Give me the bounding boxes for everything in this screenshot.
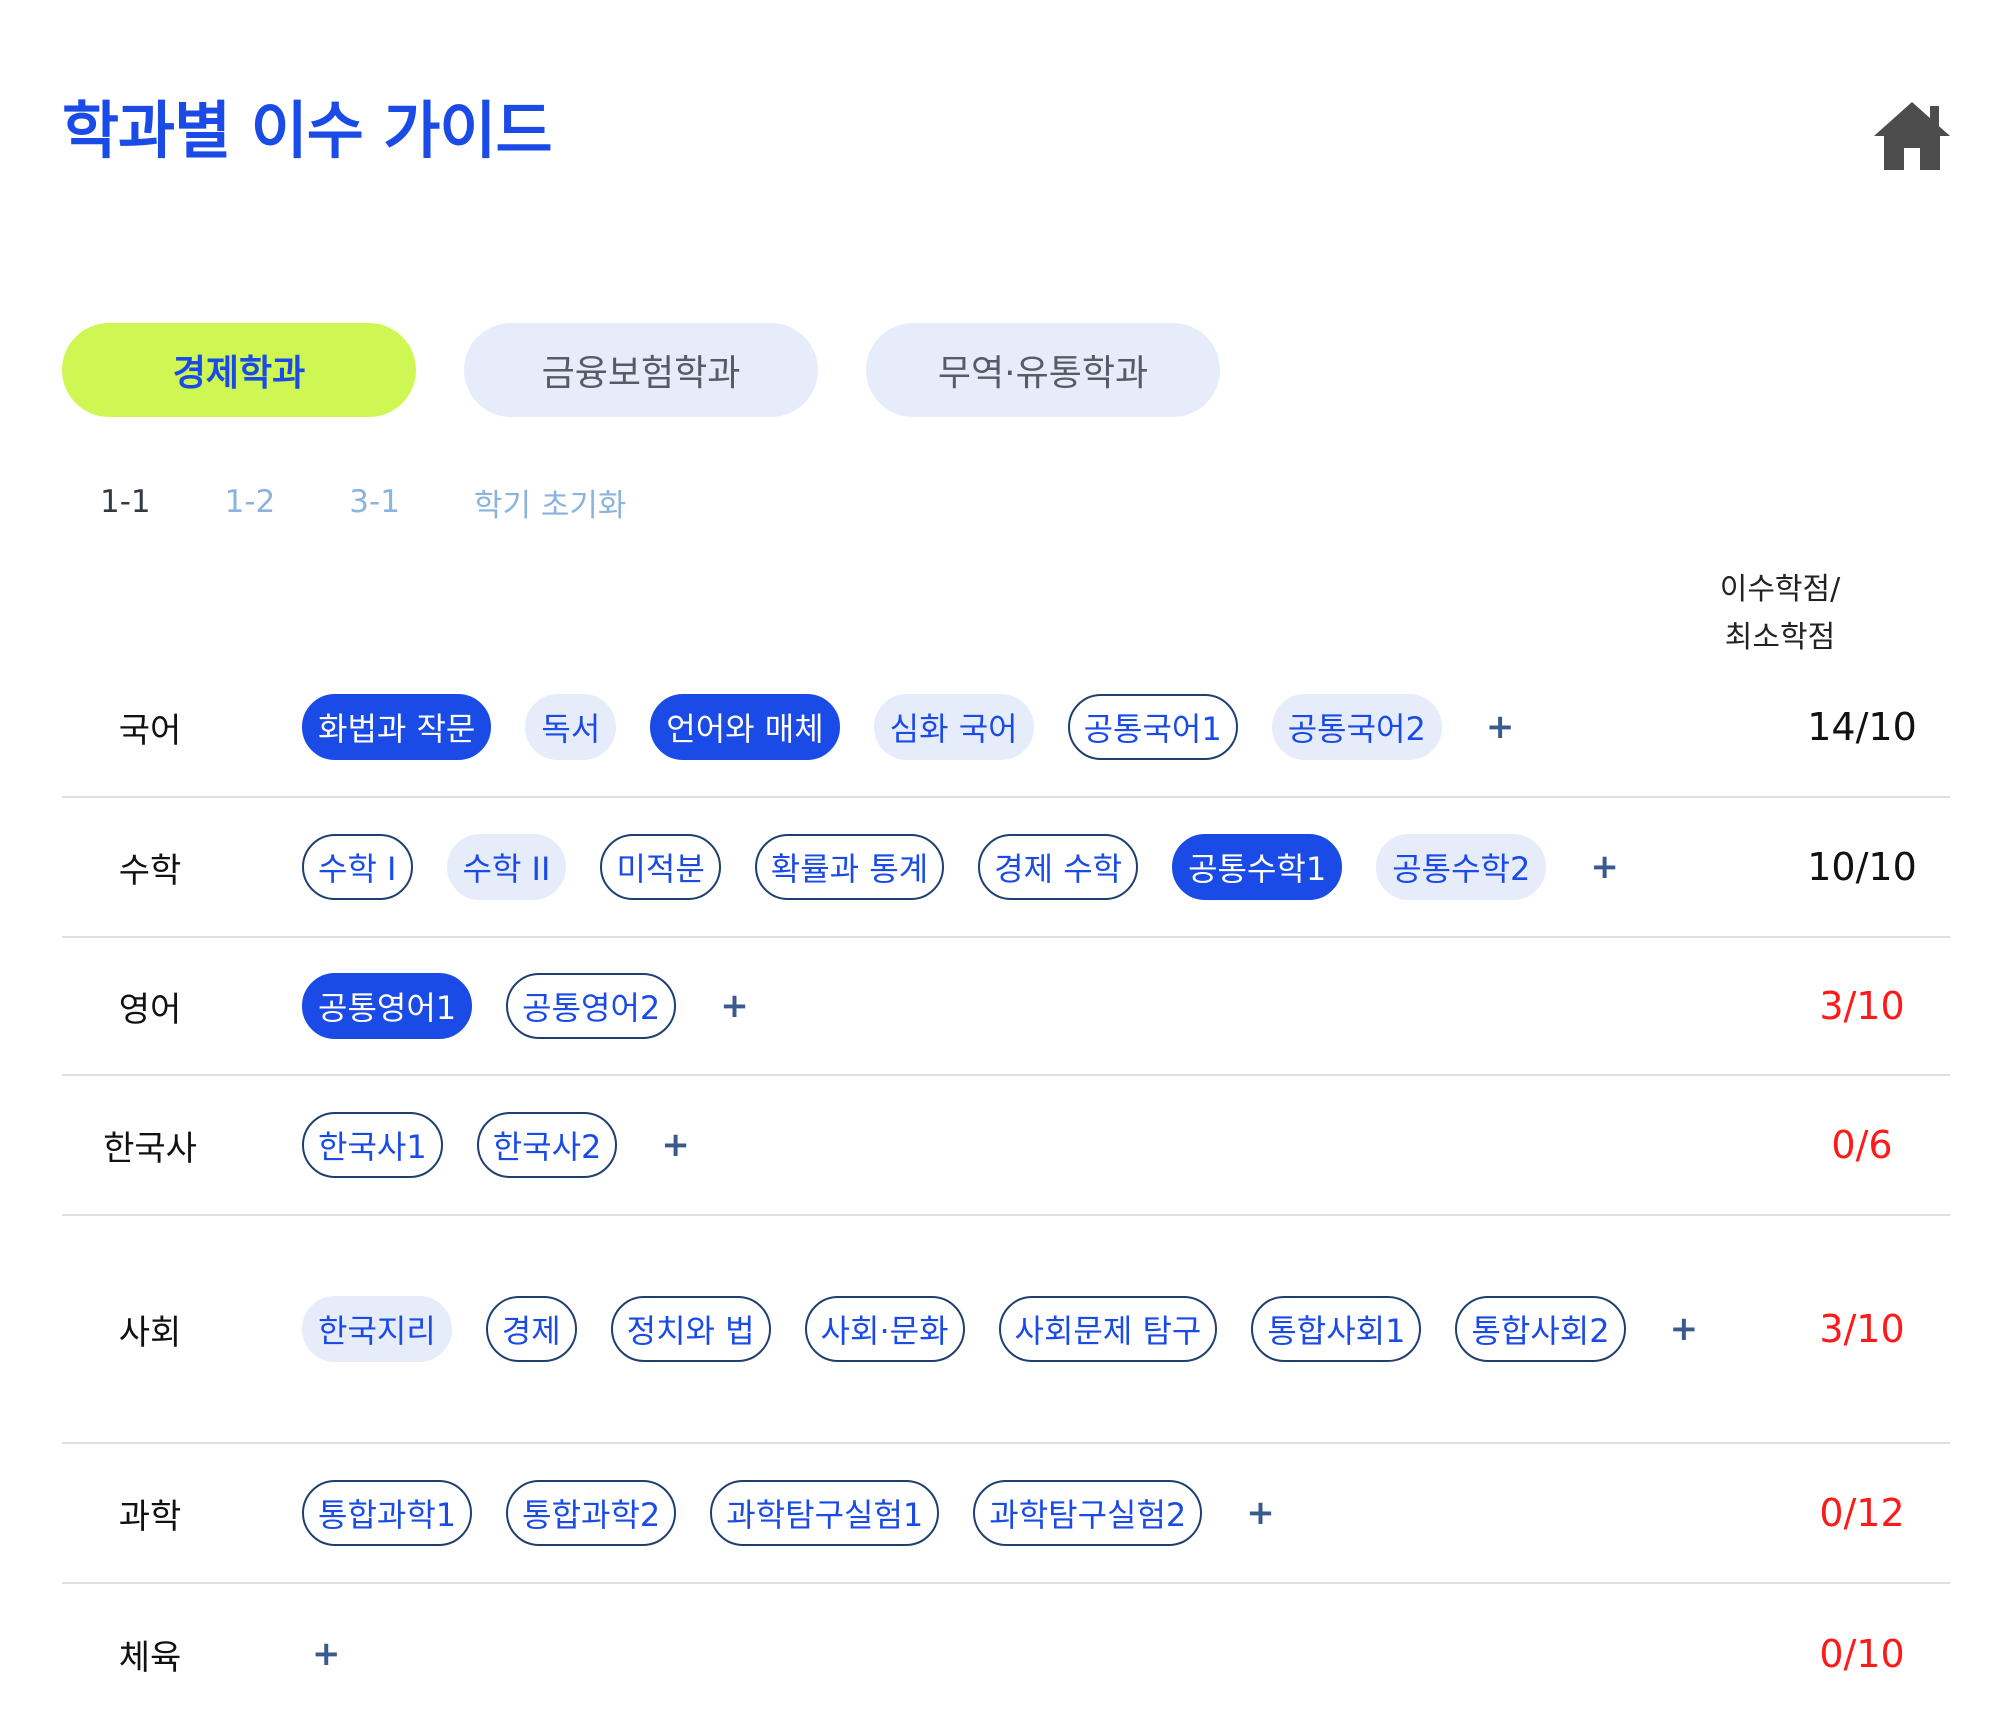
course-chip[interactable]: 독서: [525, 694, 617, 760]
semester-reset-button[interactable]: 학기 초기화: [474, 480, 626, 525]
credit-value: 0/6: [1831, 1123, 1893, 1167]
credit-value: 14/10: [1807, 705, 1917, 749]
subject-row: 국어 화법과 작문 독서 언어와 매체 심화 국어 공통국어1 공통국어2 +14/10: [62, 658, 1950, 798]
course-chips: 한국사1 한국사2 +: [238, 1112, 1774, 1178]
subject-table: 국어 화법과 작문 독서 언어와 매체 심화 국어 공통국어1 공통국어2 +14/10 수학 수…: [62, 658, 1950, 1724]
course-chip[interactable]: 한국사2: [476, 1112, 618, 1178]
course-chip[interactable]: 한국사1: [302, 1112, 443, 1178]
subject-name: 과학: [118, 1496, 182, 1537]
course-chip[interactable]: 공통영어2: [506, 973, 677, 1039]
credit-value: 0/12: [1819, 1491, 1905, 1535]
tab-finance-insurance[interactable]: 금융보험학과: [464, 323, 818, 417]
course-chips: 공통영어1 공통영어2 +: [238, 973, 1774, 1039]
semester-tab-3-1[interactable]: 3-1: [349, 484, 400, 520]
subject-name: 체육: [118, 1637, 182, 1678]
course-chip[interactable]: 사회·문화: [804, 1296, 965, 1362]
semester-tabs: 1-1 1-2 3-1 학기 초기화: [100, 480, 700, 524]
course-chip[interactable]: 심화 국어: [873, 694, 1034, 760]
course-chip[interactable]: 공통국어1: [1067, 694, 1238, 760]
course-chip[interactable]: 통합사회1: [1251, 1296, 1422, 1362]
semester-tab-1-2[interactable]: 1-2: [225, 484, 276, 520]
course-chip[interactable]: 경제: [485, 1296, 577, 1362]
course-chip[interactable]: 화법과 작문: [302, 694, 492, 760]
course-chip[interactable]: 공통수학2: [1376, 834, 1547, 900]
course-chip[interactable]: 확률과 통계: [754, 834, 945, 900]
subject-name: 한국사: [103, 1128, 197, 1169]
credit-value: 3/10: [1819, 984, 1905, 1028]
semester-tab-1-1[interactable]: 1-1: [100, 484, 151, 520]
course-chip[interactable]: 과학탐구실험2: [973, 1480, 1203, 1546]
add-course-button[interactable]: +: [710, 986, 759, 1026]
course-chips: 통합과학1 통합과학2 과학탐구실험1 과학탐구실험2 +: [238, 1480, 1774, 1546]
credit-value: 10/10: [1807, 845, 1917, 889]
course-chip[interactable]: 경제 수학: [978, 834, 1139, 900]
course-chip[interactable]: 통합과학1: [302, 1480, 473, 1546]
subject-row: 한국사 한국사1 한국사2 +0/6: [62, 1076, 1950, 1216]
subject-name: 사회: [118, 1312, 182, 1353]
tab-trade-distribution[interactable]: 무역·유통학과: [866, 323, 1220, 417]
home-button[interactable]: [1872, 98, 1952, 174]
add-course-button[interactable]: +: [1476, 707, 1525, 747]
credit-value: 3/10: [1819, 1307, 1905, 1351]
subject-row: 사회 한국지리 경제 정치와 법 사회·문화 사회문제 탐구 통합사회1 통합사회2 +3/10: [62, 1216, 1950, 1444]
subject-name: 국어: [118, 710, 182, 751]
credit-value: 0/10: [1819, 1632, 1905, 1676]
home-icon: [1874, 102, 1950, 170]
course-chip[interactable]: 통합사회2: [1455, 1296, 1626, 1362]
course-chips: 수학 I 수학 II 미적분 확률과 통계 경제 수학 공통수학1 공통수학2 +: [238, 834, 1774, 900]
course-chip[interactable]: 공통수학1: [1172, 834, 1343, 900]
add-course-button[interactable]: +: [302, 1634, 351, 1674]
course-chips: 한국지리 경제 정치와 법 사회·문화 사회문제 탐구 통합사회1 통합사회2 +: [238, 1296, 1774, 1362]
credit-header-line2: 최소학점: [1724, 620, 1836, 655]
course-chip[interactable]: 과학탐구실험1: [710, 1480, 940, 1546]
subject-name: 수학: [118, 850, 182, 891]
add-course-button[interactable]: +: [651, 1125, 700, 1165]
course-chip[interactable]: 정치와 법: [610, 1296, 771, 1362]
course-chip[interactable]: 공통국어2: [1271, 694, 1442, 760]
add-course-button[interactable]: +: [1660, 1309, 1709, 1349]
course-chip[interactable]: 미적분: [600, 834, 721, 900]
department-tabs: 경제학과 금융보험학과 무역·유통학과: [62, 323, 1220, 417]
course-chips: +: [238, 1634, 1774, 1674]
course-chip[interactable]: 한국지리: [302, 1296, 452, 1362]
course-chip[interactable]: 수학 I: [302, 834, 413, 900]
subject-name: 영어: [118, 989, 182, 1030]
subject-row: 수학 수학 I 수학 II 미적분 확률과 통계 경제 수학 공통수학1 공통수학2 +10/1…: [62, 798, 1950, 938]
credit-column-header: 이수학점/ 최소학점: [1680, 566, 1880, 662]
subject-row: 과학 통합과학1 통합과학2 과학탐구실험1 과학탐구실험2 +0/12: [62, 1444, 1950, 1584]
subject-row: 영어 공통영어1 공통영어2 +3/10: [62, 938, 1950, 1076]
credit-header-line1: 이수학점/: [1719, 572, 1841, 607]
page-title: 학과별 이수 가이드: [62, 94, 552, 167]
course-chips: 화법과 작문 독서 언어와 매체 심화 국어 공통국어1 공통국어2 +: [238, 694, 1774, 760]
subject-row: 체육 +0/10: [62, 1584, 1950, 1724]
add-course-button[interactable]: +: [1580, 847, 1629, 887]
course-chip[interactable]: 공통영어1: [302, 973, 473, 1039]
course-chip[interactable]: 수학 II: [446, 834, 567, 900]
add-course-button[interactable]: +: [1236, 1493, 1285, 1533]
course-chip[interactable]: 언어와 매체: [650, 694, 840, 760]
tab-economics[interactable]: 경제학과: [62, 323, 416, 417]
course-chip[interactable]: 사회문제 탐구: [998, 1296, 1218, 1362]
course-chip[interactable]: 통합과학2: [506, 1480, 677, 1546]
